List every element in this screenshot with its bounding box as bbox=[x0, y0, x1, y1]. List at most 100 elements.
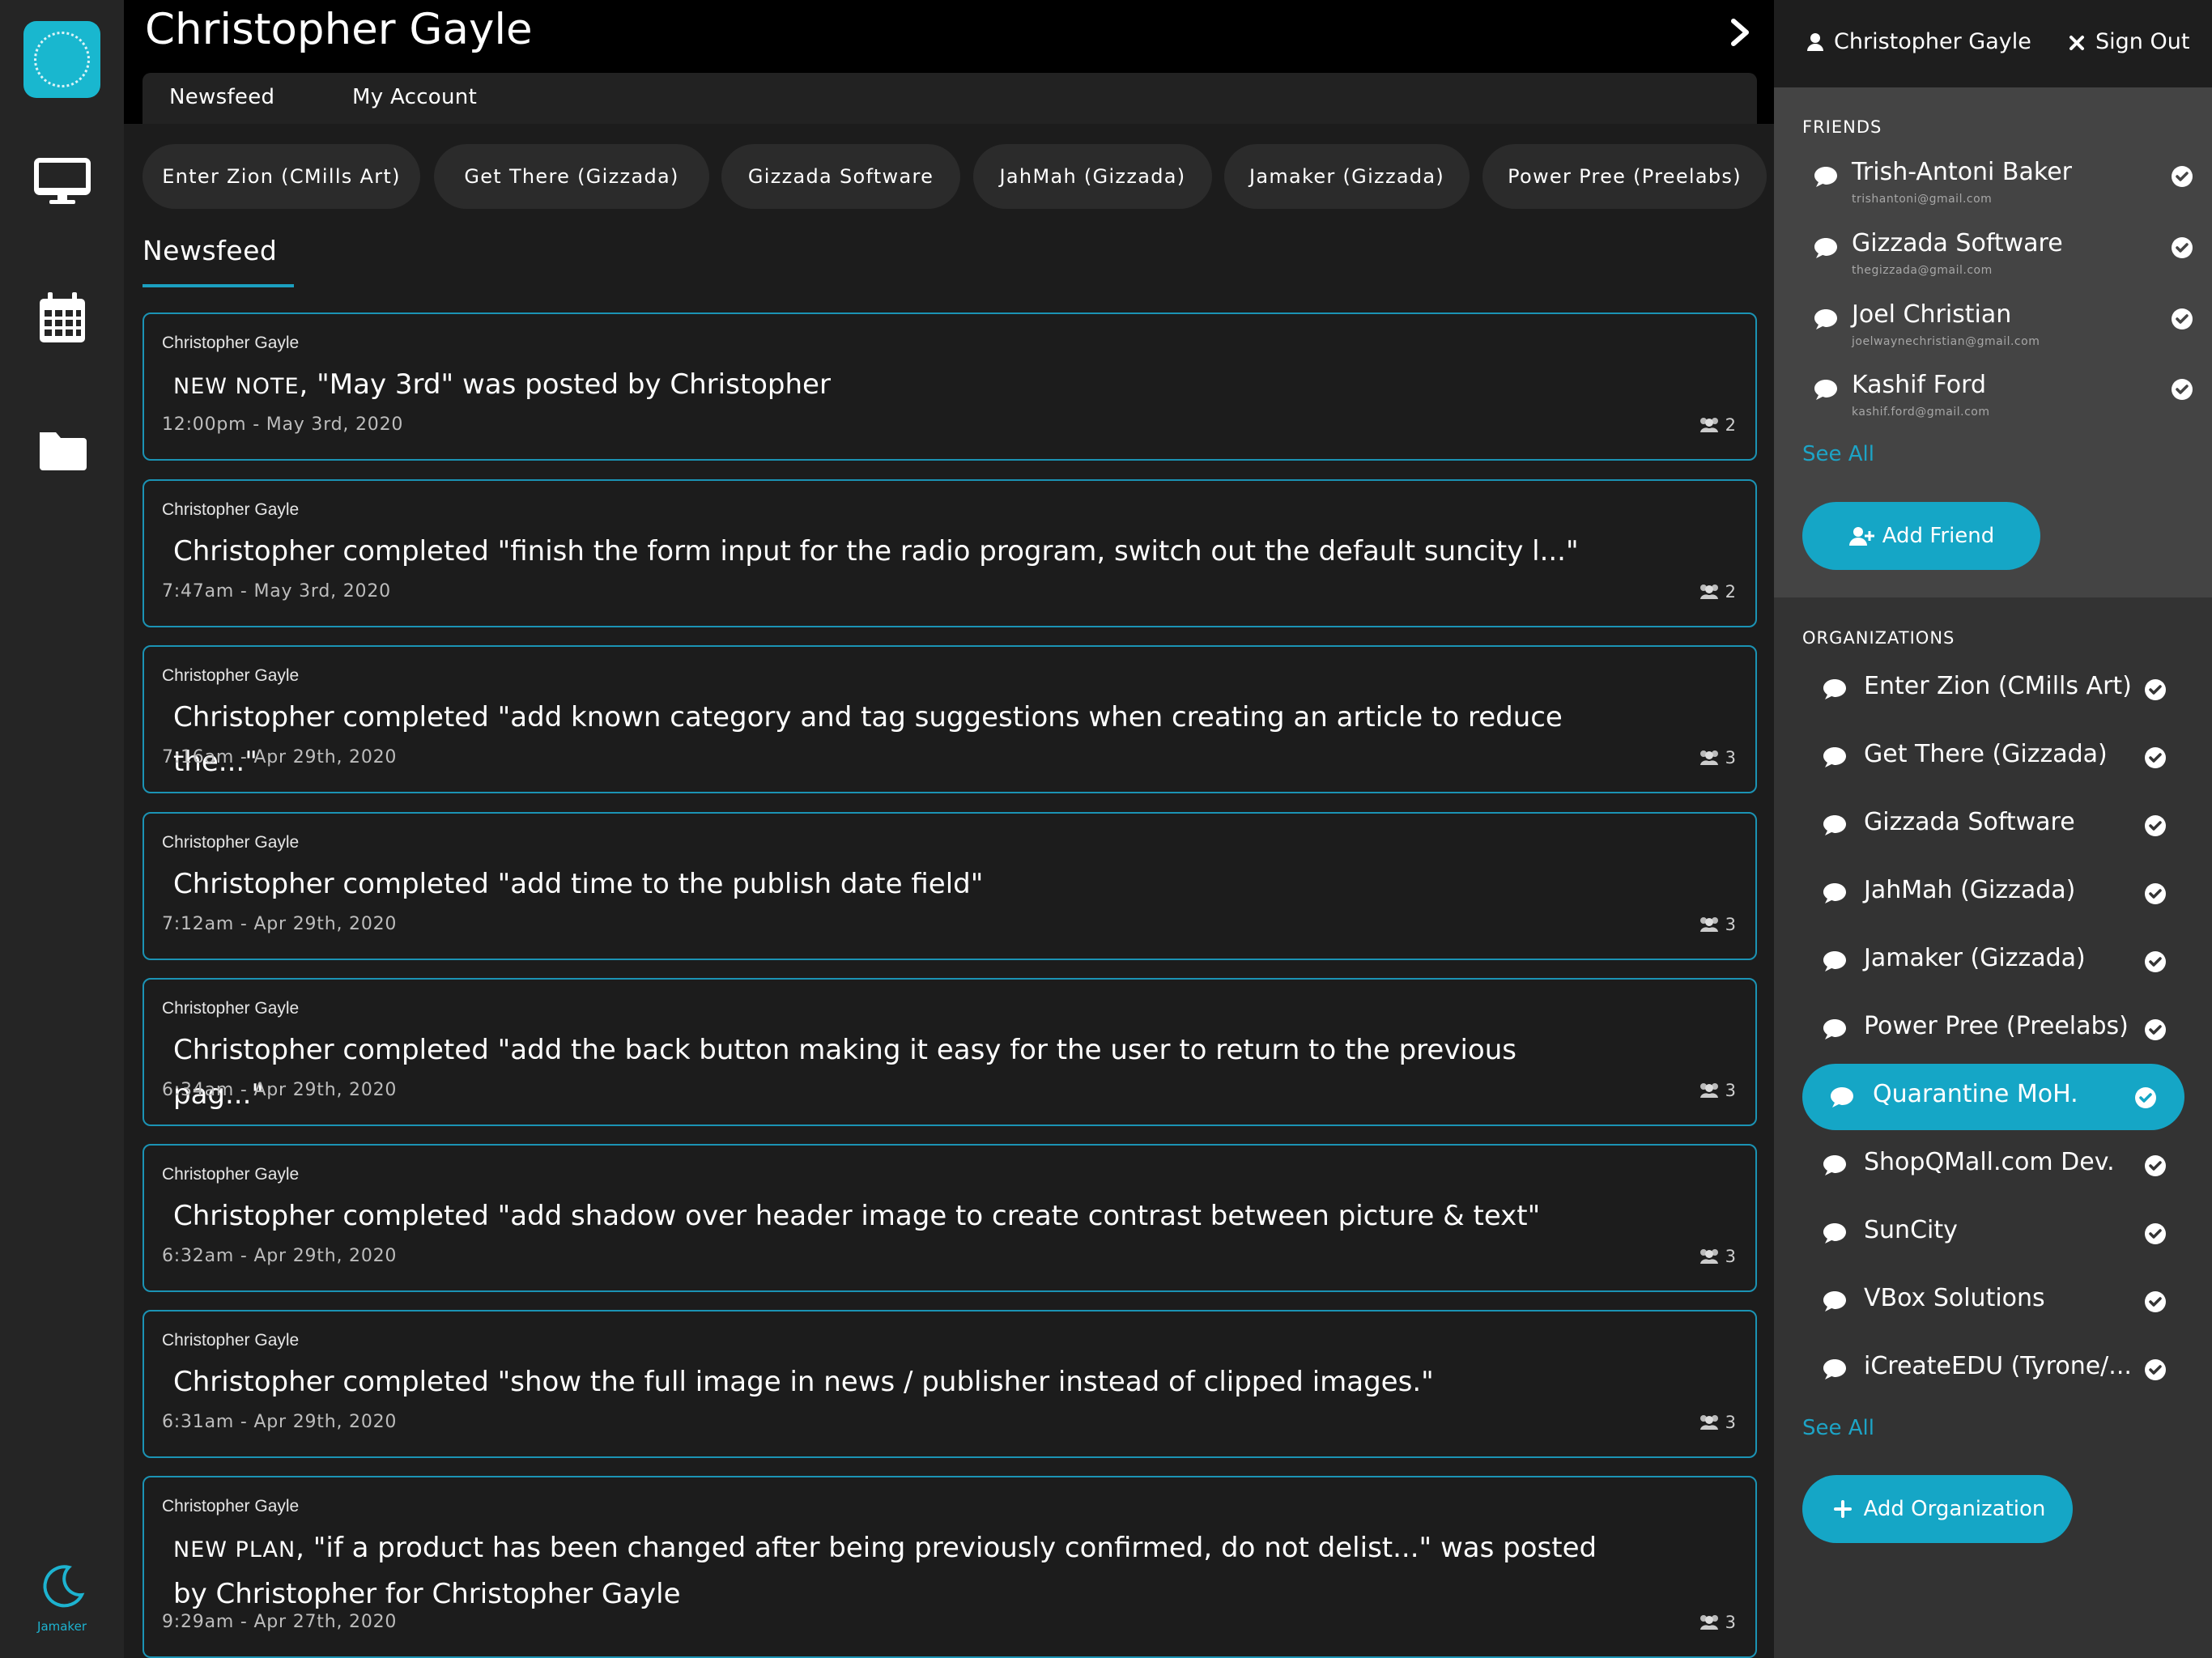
feed-item-message: Christopher completed "add shadow over h… bbox=[173, 1200, 1541, 1232]
feed-card[interactable]: Christopher Gayle Christopher completed "… bbox=[143, 645, 1757, 793]
org-pill[interactable]: Power Pree (Preelabs) bbox=[1482, 144, 1767, 209]
friend-email: joelwaynechristian@gmail.com bbox=[1852, 335, 2040, 348]
check-circle-icon bbox=[2172, 379, 2193, 400]
friend-item[interactable]: Trish-Antoni Baker trishantoni@gmail.com bbox=[1813, 158, 2193, 223]
organization-item[interactable]: Get There (Gizzada) bbox=[1802, 724, 2184, 790]
friends-see-all-link[interactable]: See All bbox=[1802, 442, 1874, 466]
feed-item-text: NEW PLAN, "if a product has been changed… bbox=[173, 1526, 1602, 1617]
sign-out-button[interactable]: Sign Out bbox=[2068, 29, 2189, 54]
organization-item[interactable]: Power Pree (Preelabs) bbox=[1802, 996, 2184, 1062]
app-label: Jamaker bbox=[37, 1619, 87, 1634]
organization-item[interactable]: VBox Solutions bbox=[1802, 1268, 2184, 1334]
feed-item-text: Christopher completed "add known categor… bbox=[173, 695, 1602, 784]
friend-item[interactable]: Gizzada Software thegizzada@gmail.com bbox=[1813, 229, 2193, 294]
group-icon bbox=[1699, 1249, 1718, 1264]
organization-name: VBox Solutions bbox=[1864, 1284, 2045, 1312]
audience-count-value: 3 bbox=[1725, 1081, 1736, 1100]
organizations-see-all-link[interactable]: See All bbox=[1802, 1416, 1874, 1440]
feed-card[interactable]: Christopher Gayle Christopher completed "… bbox=[143, 978, 1757, 1126]
audience-count: 3 bbox=[1698, 1613, 1736, 1632]
tab-newsfeed[interactable]: Newsfeed bbox=[169, 85, 274, 109]
feed-item-author: Christopher Gayle bbox=[162, 500, 300, 519]
group-icon bbox=[1699, 750, 1718, 765]
organization-name: ShopQMall.com Dev. bbox=[1864, 1148, 2115, 1176]
check-circle-icon bbox=[2145, 883, 2166, 904]
forward-chevron-icon[interactable] bbox=[1724, 16, 1756, 49]
app-logo-icon[interactable] bbox=[23, 21, 100, 98]
desktop-icon[interactable] bbox=[33, 152, 91, 210]
check-circle-icon bbox=[2172, 308, 2193, 329]
feed-item-message: "May 3rd" was posted by Christopher bbox=[317, 368, 831, 401]
sign-out-label: Sign Out bbox=[2095, 29, 2190, 54]
audience-count-value: 3 bbox=[1725, 1613, 1736, 1632]
feed-item-author: Christopher Gayle bbox=[162, 1497, 300, 1516]
feed-item-message: Christopher completed "add time to the p… bbox=[173, 868, 984, 900]
audience-count-value: 3 bbox=[1725, 748, 1736, 767]
group-icon bbox=[1699, 1083, 1718, 1098]
feed-card[interactable]: Christopher Gayle NEW NOTE, "May 3rd" was… bbox=[143, 312, 1757, 461]
check-circle-icon bbox=[2145, 1155, 2166, 1176]
feed-item-timestamp: 6:32am - Apr 29th, 2020 bbox=[162, 1246, 398, 1266]
calendar-icon[interactable] bbox=[33, 289, 91, 347]
add-friend-label: Add Friend bbox=[1882, 524, 1995, 548]
check-circle-icon bbox=[2135, 1087, 2156, 1108]
organization-item[interactable]: Enter Zion (CMills Art) bbox=[1802, 656, 2184, 722]
organization-item[interactable]: ShopQMall.com Dev. bbox=[1802, 1132, 2184, 1198]
add-organization-button[interactable]: Add Organization bbox=[1802, 1475, 2073, 1543]
page-title: Christopher Gayle bbox=[145, 5, 533, 54]
panel-header: Christopher Gayle Sign Out bbox=[1774, 0, 2212, 87]
current-user[interactable]: Christopher Gayle bbox=[1806, 29, 2031, 54]
feed-card[interactable]: Christopher Gayle Christopher completed "… bbox=[143, 1310, 1757, 1458]
chat-bubble-icon bbox=[1814, 238, 1837, 258]
tab-my-account[interactable]: My Account bbox=[352, 85, 477, 109]
org-pill[interactable]: Jamaker (Gizzada) bbox=[1224, 144, 1470, 209]
organization-item[interactable]: iCreateEDU (Tyrone/... bbox=[1802, 1336, 2184, 1402]
org-pill[interactable]: JahMah (Gizzada) bbox=[973, 144, 1212, 209]
audience-count-value: 2 bbox=[1725, 415, 1736, 435]
feed-card[interactable]: Christopher Gayle Christopher completed "… bbox=[143, 812, 1757, 960]
feed-card[interactable]: Christopher Gayle Christopher completed "… bbox=[143, 479, 1757, 627]
audience-count-value: 2 bbox=[1725, 582, 1736, 602]
org-pill[interactable]: Enter Zion (CMills Art) bbox=[143, 144, 420, 209]
org-pill[interactable]: Get There (Gizzada) bbox=[434, 144, 709, 209]
left-rail: Jamaker bbox=[0, 0, 124, 1658]
group-icon bbox=[1699, 1615, 1718, 1630]
check-circle-icon bbox=[2145, 1223, 2166, 1244]
organizations-label: ORGANIZATIONS bbox=[1802, 628, 1955, 648]
organization-item[interactable]: Jamaker (Gizzada) bbox=[1802, 928, 2184, 994]
user-icon bbox=[1807, 32, 1823, 51]
friend-item[interactable]: Kashif Ford kashif.ford@gmail.com bbox=[1813, 371, 2193, 436]
feed-item-timestamp: 7:47am - May 3rd, 2020 bbox=[162, 581, 391, 602]
organization-name: SunCity bbox=[1864, 1216, 1958, 1244]
organization-name: Jamaker (Gizzada) bbox=[1864, 944, 2086, 972]
check-circle-icon bbox=[2145, 679, 2166, 700]
friend-email: thegizzada@gmail.com bbox=[1852, 264, 1993, 277]
chat-bubble-icon bbox=[1823, 883, 1846, 903]
org-pill[interactable]: Gizzada Software bbox=[721, 144, 960, 209]
chat-bubble-icon bbox=[1823, 679, 1846, 699]
organization-item[interactable]: Gizzada Software bbox=[1802, 792, 2184, 858]
feed-card[interactable]: Christopher Gayle NEW PLAN, "if a product… bbox=[143, 1476, 1757, 1658]
organization-name: Enter Zion (CMills Art) bbox=[1864, 672, 2132, 700]
friend-item[interactable]: Joel Christian joelwaynechristian@gmail.c… bbox=[1813, 300, 2193, 365]
add-friend-button[interactable]: Add Friend bbox=[1802, 502, 2040, 570]
chat-bubble-icon bbox=[1814, 167, 1837, 187]
chat-bubble-icon bbox=[1814, 309, 1837, 329]
organization-name: JahMah (Gizzada) bbox=[1864, 876, 2076, 904]
feed-item-text: Christopher completed "add shadow over h… bbox=[173, 1194, 1602, 1239]
chat-bubble-icon bbox=[1814, 380, 1837, 400]
add-organization-label: Add Organization bbox=[1863, 1497, 2046, 1521]
check-circle-icon bbox=[2145, 815, 2166, 836]
chat-bubble-icon bbox=[1831, 1087, 1853, 1107]
feed-item-separator: , bbox=[299, 368, 317, 401]
organization-item[interactable]: JahMah (Gizzada) bbox=[1802, 860, 2184, 926]
feed-card[interactable]: Christopher Gayle Christopher completed "… bbox=[143, 1144, 1757, 1292]
feed-item-timestamp: 6:34am - Apr 29th, 2020 bbox=[162, 1080, 398, 1100]
organization-item[interactable]: Quarantine MoH. bbox=[1802, 1064, 2184, 1130]
folder-icon[interactable] bbox=[33, 421, 91, 479]
audience-count: 3 bbox=[1698, 1081, 1736, 1100]
organization-item[interactable]: SunCity bbox=[1802, 1200, 2184, 1266]
theme-toggle[interactable]: Jamaker bbox=[0, 1562, 124, 1634]
friend-name: Trish-Antoni Baker bbox=[1852, 158, 2072, 186]
check-circle-icon bbox=[2145, 1291, 2166, 1312]
